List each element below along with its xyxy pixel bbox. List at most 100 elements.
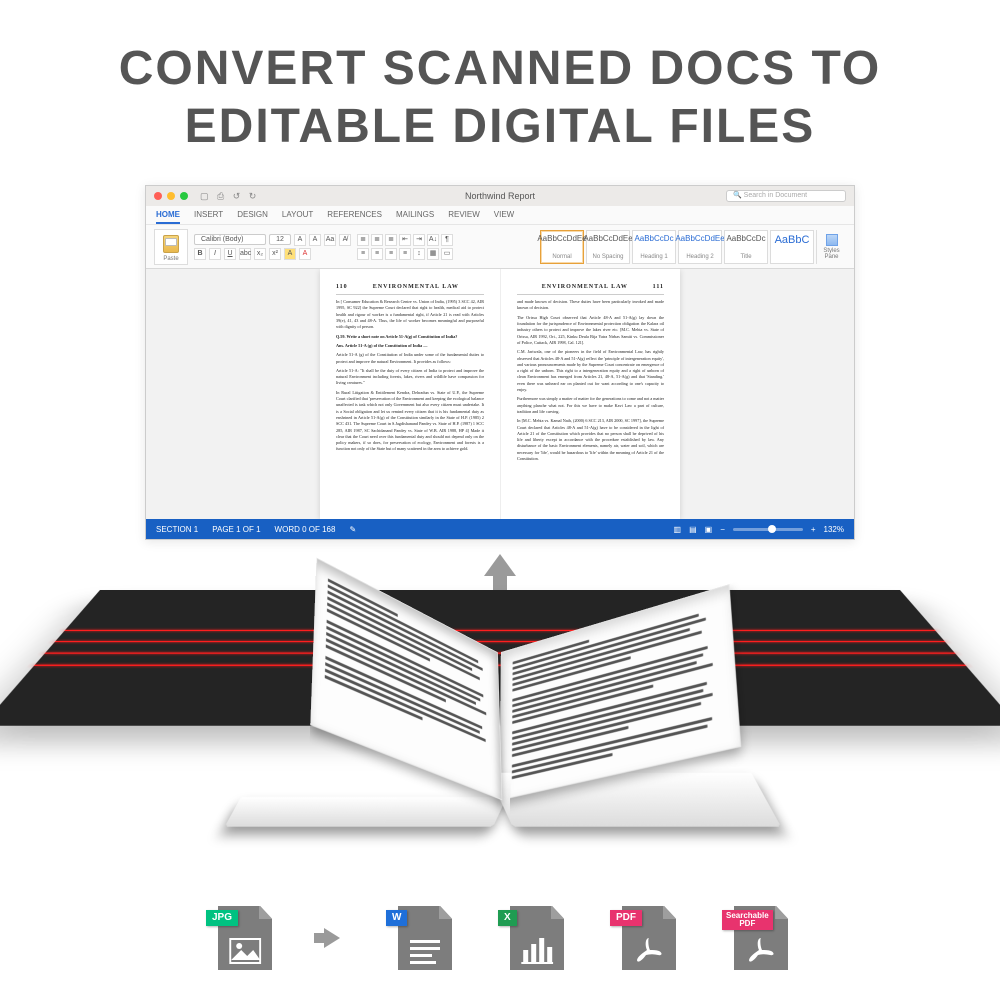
numbers-button[interactable]: ≣ — [371, 234, 383, 246]
document-pages: 110ENVIRONMENTAL LAW In [ Consumer Educa… — [320, 269, 680, 519]
traffic-lights — [154, 192, 188, 200]
bold-button[interactable]: B — [194, 248, 206, 260]
acrobat-icon — [634, 936, 664, 964]
tab-review[interactable]: REVIEW — [448, 210, 480, 224]
indent-button[interactable]: ⇥ — [413, 234, 425, 246]
align-left-button[interactable]: ≡ — [357, 248, 369, 260]
multilevel-button[interactable]: ≣ — [385, 234, 397, 246]
clipboard-icon — [163, 235, 179, 253]
superscript-button[interactable]: x² — [269, 248, 281, 260]
quick-access-icons: ▢ ⎙ ↺ ↻ — [200, 191, 259, 202]
font-group: Calibri (Body) 12 A A Aa A̸ B I U abc x₂… — [194, 234, 351, 260]
line-spacing-button[interactable]: ↕ — [413, 248, 425, 260]
clear-formatting-button[interactable]: A̸ — [339, 234, 351, 246]
word-window: ▢ ⎙ ↺ ↻ Northwind Report 🔍 Search in Doc… — [145, 185, 855, 540]
bar-chart-icon — [521, 936, 553, 964]
tab-home[interactable]: HOME — [156, 210, 180, 224]
headline-line1: CONVERT SCANNED DOCS TO — [60, 40, 940, 98]
headline: CONVERT SCANNED DOCS TO EDITABLE DIGITAL… — [0, 0, 1000, 165]
shading-button[interactable]: ▦ — [427, 248, 439, 260]
zoom-slider[interactable] — [733, 528, 803, 531]
searchable-pdf-badge: Searchable PDF — [722, 910, 773, 930]
justify-button[interactable]: ≡ — [399, 248, 411, 260]
tab-insert[interactable]: INSERT — [194, 210, 223, 224]
scanner-illustration — [100, 590, 900, 810]
styles-pane-button[interactable]: Styles Pane — [816, 230, 846, 264]
tab-references[interactable]: REFERENCES — [327, 210, 382, 224]
arrow-right-icon — [324, 928, 340, 948]
search-input[interactable]: 🔍 Search in Document — [726, 190, 846, 202]
maximize-icon[interactable] — [180, 192, 188, 200]
underline-button[interactable]: U — [224, 248, 236, 260]
shrink-font-button[interactable]: A — [309, 234, 321, 246]
style-nospacing[interactable]: AaBbCcDdEeNo Spacing — [586, 230, 630, 264]
close-icon[interactable] — [154, 192, 162, 200]
strike-button[interactable]: abc — [239, 248, 251, 260]
status-page: PAGE 1 OF 1 — [212, 525, 260, 534]
format-pdf: PDF — [616, 906, 676, 970]
font-size-select[interactable]: 12 — [269, 234, 291, 245]
pdf-badge: PDF — [610, 910, 642, 926]
document-lines-icon — [410, 938, 440, 964]
font-color-button[interactable]: A — [299, 248, 311, 260]
status-section: SECTION 1 — [156, 525, 198, 534]
format-word: W — [392, 906, 452, 970]
subscript-button[interactable]: x₂ — [254, 248, 266, 260]
paragraph-group: ≣ ≣ ≣ ⇤ ⇥ A↓ ¶ ≡ ≡ ≡ ≡ ↕ ▦ ▭ — [357, 234, 457, 260]
style-heading1[interactable]: AaBbCcDcHeading 1 — [632, 230, 676, 264]
styles-gallery: AaBbCcDdEeNormal AaBbCcDdEeNo Spacing Aa… — [540, 230, 846, 264]
change-case-button[interactable]: Aa — [324, 234, 336, 246]
tab-layout[interactable]: LAYOUT — [282, 210, 313, 224]
view-focus-icon[interactable]: ▣ — [705, 525, 713, 534]
paste-button[interactable]: Paste — [154, 229, 188, 265]
jpg-badge: JPG — [206, 910, 238, 926]
acrobat-icon — [746, 936, 776, 964]
open-book — [232, 639, 769, 827]
align-right-button[interactable]: ≡ — [385, 248, 397, 260]
excel-badge: X — [498, 910, 517, 926]
spellcheck-icon[interactable]: ✎ — [349, 525, 356, 534]
image-icon — [229, 938, 261, 964]
show-marks-button[interactable]: ¶ — [441, 234, 453, 246]
style-heading2[interactable]: AaBbCcDdEeHeading 2 — [678, 230, 722, 264]
status-words: WORD 0 OF 168 — [275, 525, 336, 534]
format-row: JPG W X PDF Searchable PDF — [0, 906, 1000, 970]
pane-icon — [826, 234, 838, 246]
tab-design[interactable]: DESIGN — [237, 210, 268, 224]
italic-button[interactable]: I — [209, 248, 221, 260]
page-right: ENVIRONMENTAL LAW111 and made known of d… — [500, 269, 680, 519]
view-web-icon[interactable]: ▤ — [689, 525, 697, 534]
view-print-icon[interactable]: ▥ — [674, 525, 682, 534]
highlight-button[interactable]: A — [284, 248, 296, 260]
page-left: 110ENVIRONMENTAL LAW In [ Consumer Educa… — [320, 269, 500, 519]
book-stack-left — [225, 797, 507, 827]
tab-view[interactable]: VIEW — [494, 210, 514, 224]
headline-line2: EDITABLE DIGITAL FILES — [60, 98, 940, 156]
outdent-button[interactable]: ⇤ — [399, 234, 411, 246]
zoom-value: 132% — [824, 525, 844, 534]
style-normal[interactable]: AaBbCcDdEeNormal — [540, 230, 584, 264]
status-bar: SECTION 1 PAGE 1 OF 1 WORD 0 OF 168 ✎ ▥ … — [146, 519, 854, 539]
format-excel: X — [504, 906, 564, 970]
zoom-out-button[interactable]: − — [720, 525, 725, 534]
document-area[interactable]: 110ENVIRONMENTAL LAW In [ Consumer Educa… — [146, 269, 854, 519]
ribbon-tabs: HOME INSERT DESIGN LAYOUT REFERENCES MAI… — [146, 206, 854, 225]
laser-line — [64, 630, 935, 631]
style-more[interactable]: AaBbC — [770, 230, 814, 264]
borders-button[interactable]: ▭ — [441, 248, 453, 260]
zoom-in-button[interactable]: + — [811, 525, 816, 534]
bullets-button[interactable]: ≣ — [357, 234, 369, 246]
format-jpg: JPG — [212, 906, 272, 970]
font-name-select[interactable]: Calibri (Body) — [194, 234, 266, 245]
style-title[interactable]: AaBbCcDcTitle — [724, 230, 768, 264]
word-badge: W — [386, 910, 407, 926]
grow-font-button[interactable]: A — [294, 234, 306, 246]
minimize-icon[interactable] — [167, 192, 175, 200]
window-title: Northwind Report — [465, 191, 535, 201]
window-titlebar: ▢ ⎙ ↺ ↻ Northwind Report 🔍 Search in Doc… — [146, 186, 854, 206]
tab-mailings[interactable]: MAILINGS — [396, 210, 434, 224]
ribbon: Paste Calibri (Body) 12 A A Aa A̸ B I U … — [146, 225, 854, 269]
align-center-button[interactable]: ≡ — [371, 248, 383, 260]
arrow-up-icon — [484, 554, 516, 576]
sort-button[interactable]: A↓ — [427, 234, 439, 246]
